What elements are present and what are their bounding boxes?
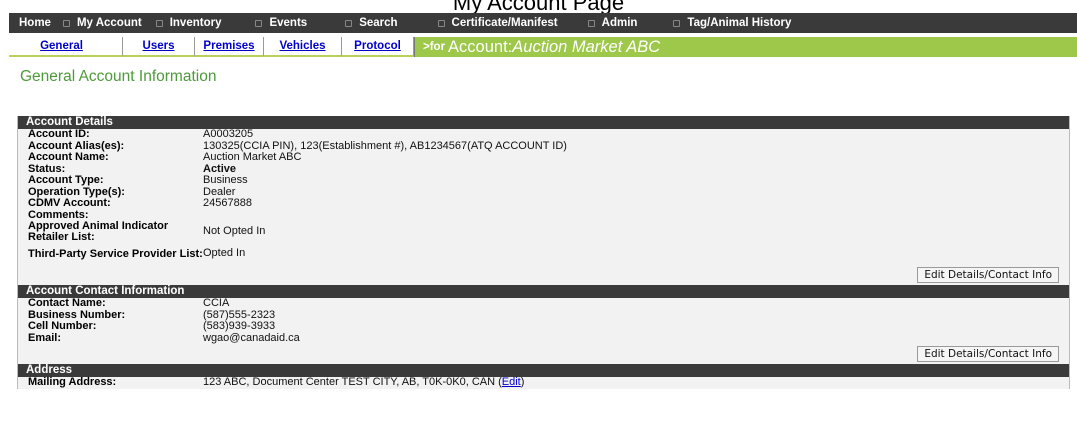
bullet-icon [345, 19, 353, 27]
detail-value: Dealer [203, 185, 236, 198]
section-title: General Account Information [20, 68, 217, 85]
detail-row: Account Name: Auction Market ABC [18, 151, 1069, 164]
nav-home[interactable]: Home [9, 13, 51, 33]
detail-value: Not Opted In [203, 225, 266, 238]
contact-label: Cell Number: [28, 320, 97, 332]
nav-admin-label: Admin [601, 17, 638, 29]
contact-actions: Edit Details/Contact Info [18, 344, 1069, 364]
nav-tag-history-label: Tag/Animal History [687, 17, 792, 29]
nav-events[interactable]: Events [255, 13, 307, 33]
contact-value: wgao@canadaid.ca [203, 331, 300, 344]
bullet-icon [255, 19, 263, 27]
address-label: Mailing Address: [28, 376, 117, 388]
account-content: Account Details Account ID: A0003205 Acc… [17, 116, 1070, 389]
bullet-icon [62, 19, 70, 27]
contact-value: (587)555-2323 [203, 308, 276, 321]
address-header: Address [18, 364, 1069, 377]
contact-label: Contact Name: [28, 297, 106, 309]
detail-value: Opted In [203, 247, 246, 260]
bullet-icon [155, 19, 163, 27]
nav-home-label: Home [19, 17, 51, 29]
nav-certificate[interactable]: Certificate/Manifest [437, 13, 558, 33]
edit-contact-button[interactable]: Edit Details/Contact Info [917, 346, 1059, 362]
main-nav: Home My Account Inventory Events Search … [9, 13, 1077, 33]
contact-value: CCIA [203, 297, 230, 309]
nav-search-label: Search [359, 17, 398, 29]
detail-row: Comments: [18, 209, 1069, 222]
edit-details-button[interactable]: Edit Details/Contact Info [917, 267, 1059, 283]
account-details-header: Account Details [18, 116, 1069, 129]
account-bar-prefix: >for [423, 41, 446, 53]
tab-users[interactable]: Users [123, 37, 195, 57]
nav-inventory-label: Inventory [169, 17, 222, 29]
account-bar-name: Auction Market ABC [512, 37, 661, 56]
account-bar-label: Account: [448, 37, 513, 56]
account-tabs: General Users Premises Vehicles Protocol… [9, 37, 1077, 57]
contact-info-header: Account Contact Information [18, 285, 1069, 298]
nav-search[interactable]: Search [345, 13, 398, 33]
detail-row: Account Alias(es): 130325(CCIA PIN), 123… [18, 139, 1069, 153]
tab-general[interactable]: General [9, 37, 123, 57]
nav-tag-history[interactable]: Tag/Animal History [673, 13, 791, 33]
detail-value: A0003205 [203, 128, 254, 140]
detail-label: CDMV Account: [28, 197, 111, 209]
contact-row: Email: wgao@canadaid.ca [18, 331, 1069, 345]
detail-label: Account ID: [28, 128, 90, 140]
nav-admin[interactable]: Admin [587, 13, 638, 33]
address-edit-link[interactable]: Edit [502, 376, 521, 388]
address-value: 123 ABC, Document Center TEST CITY, AB, … [203, 376, 496, 388]
bullet-icon [587, 19, 595, 27]
tab-vehicles[interactable]: Vehicles [264, 37, 342, 57]
detail-label: Third-Party Service Provider List: [28, 247, 203, 260]
detail-row: CDMV Account: 24567888 [18, 197, 1069, 210]
contact-row: Contact Name: CCIA [18, 297, 1069, 310]
tab-premises[interactable]: Premises [195, 37, 264, 57]
detail-row: Account Type: Business [18, 174, 1069, 187]
contact-label: Email: [28, 331, 62, 344]
detail-value: Business [203, 174, 248, 186]
nav-certificate-label: Certificate/Manifest [451, 17, 558, 29]
detail-label: Account Type: [28, 174, 104, 186]
bullet-icon [673, 19, 681, 27]
detail-value: 130325(CCIA PIN), 123(Establishment #), … [203, 139, 567, 152]
account-context-bar: >for Account: Auction Market ABC [414, 37, 1077, 57]
detail-row: Operation Type(s): Dealer [18, 185, 1069, 199]
detail-label: Account Name: [28, 151, 109, 163]
bullet-icon [437, 19, 445, 27]
address-value-cell: 123 ABC, Document Center TEST CITY, AB, … [203, 376, 1069, 389]
address-edit-paren-close: ) [520, 376, 525, 388]
detail-row: Account ID: A0003205 [18, 128, 1069, 141]
contact-value: (583)939-3933 [203, 320, 276, 332]
detail-row: Third-Party Service Provider List: Opted… [18, 243, 1069, 265]
detail-value [203, 210, 1069, 222]
detail-value: Auction Market ABC [203, 151, 302, 163]
detail-label: Approved Animal Indicator Retailer List: [28, 220, 169, 243]
details-actions: Edit Details/Contact Info [18, 265, 1069, 285]
nav-my-account[interactable]: My Account [62, 13, 142, 33]
detail-row: Status: Active [18, 162, 1069, 176]
detail-value: 24567888 [203, 197, 252, 209]
contact-row: Cell Number: (583)939-3933 [18, 320, 1069, 333]
detail-value: Active [203, 162, 237, 175]
detail-row: Approved Animal Indicator Retailer List:… [18, 221, 1069, 243]
nav-inventory[interactable]: Inventory [155, 13, 222, 33]
tab-protocol[interactable]: Protocol [342, 37, 414, 57]
contact-row: Business Number: (587)555-2323 [18, 308, 1069, 322]
address-row: Mailing Address: 123 ABC, Document Cente… [18, 376, 1069, 389]
nav-events-label: Events [269, 17, 308, 29]
nav-my-account-label: My Account [76, 17, 142, 29]
